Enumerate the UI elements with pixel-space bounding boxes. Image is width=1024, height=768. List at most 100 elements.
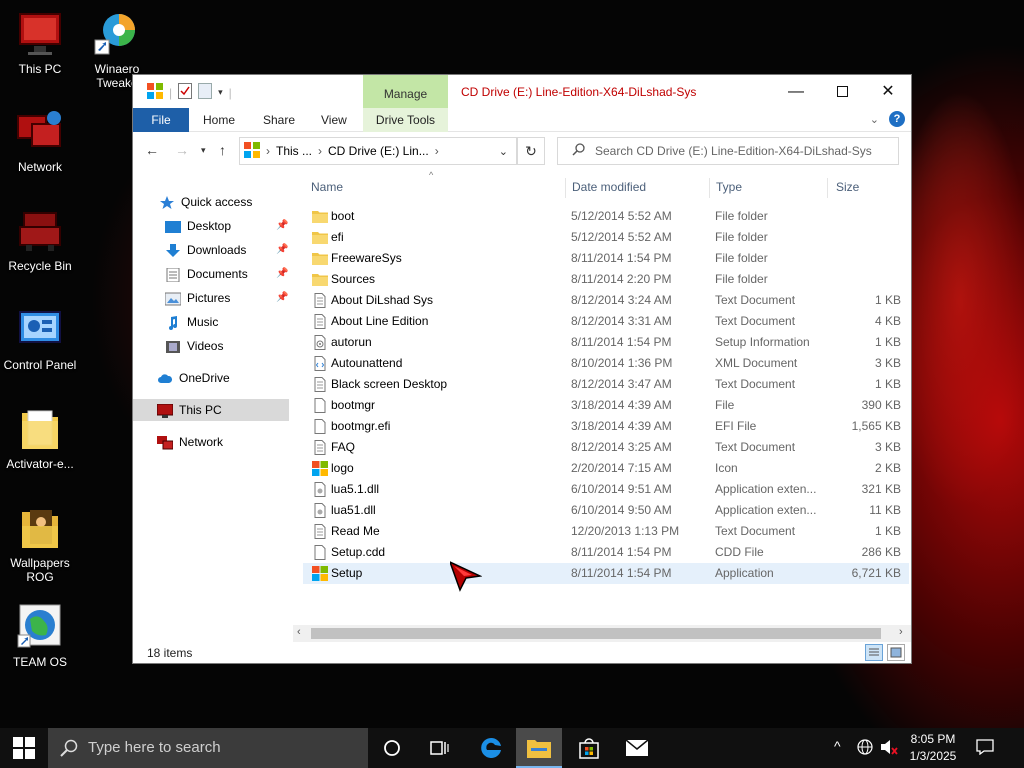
breadcrumb-separator[interactable]: ›	[318, 144, 322, 158]
column-header-type[interactable]: Type	[716, 180, 742, 194]
address-dropdown-icon[interactable]: ⌄	[499, 145, 508, 158]
nav-item-music[interactable]: Music	[133, 311, 289, 333]
file-row[interactable]: FAQ 8/12/2014 3:25 AM Text Document 3 KB	[303, 437, 909, 458]
pin-icon[interactable]: 📌	[276, 287, 288, 309]
recent-locations-icon[interactable]: ▾	[201, 145, 206, 156]
tab-view[interactable]: View	[311, 108, 357, 132]
task-view-button[interactable]	[416, 728, 462, 768]
column-header-size[interactable]: Size	[836, 180, 859, 194]
pin-icon[interactable]: 📌	[276, 263, 288, 285]
file-name: Setup	[331, 566, 363, 580]
nav-item-this-pc[interactable]: This PC	[133, 399, 289, 421]
details-view-button[interactable]	[865, 644, 883, 661]
horizontal-scrollbar[interactable]: ‹ ›	[293, 625, 911, 642]
help-icon[interactable]: ?	[889, 111, 905, 127]
minimize-button[interactable]: —	[773, 75, 819, 108]
file-row[interactable]: autorun 8/11/2014 1:54 PM Setup Informatio…	[303, 332, 909, 353]
file-row[interactable]: About DiLshad Sys 8/12/2014 3:24 AM Text D…	[303, 290, 909, 311]
customize-qat-icon[interactable]: ▾	[218, 87, 223, 98]
mail-button[interactable]	[614, 728, 660, 768]
desktop-icon-recycle-bin[interactable]: Recycle Bin	[0, 207, 80, 273]
file-type: Application exten...	[715, 482, 817, 496]
scroll-left-icon[interactable]: ‹	[297, 626, 301, 638]
large-icons-view-button[interactable]	[887, 644, 905, 661]
notifications-icon[interactable]	[976, 739, 994, 758]
show-hidden-icons-icon[interactable]: ^	[834, 738, 841, 754]
file-explorer-icon	[527, 740, 551, 758]
nav-item-network[interactable]: Network	[133, 431, 289, 453]
clock[interactable]: 8:05 PM 1/3/2025	[900, 731, 966, 765]
tab-share[interactable]: Share	[253, 108, 305, 132]
address-bar[interactable]: › This ... › CD Drive (E:) Lin... › ⌄	[239, 137, 517, 165]
pin-icon[interactable]: 📌	[276, 239, 288, 261]
title-bar[interactable]: | ▾ | Manage CD Drive (E:) Line-Edition-…	[133, 75, 911, 108]
breadcrumb-separator[interactable]: ›	[435, 144, 439, 158]
file-row[interactable]: bootmgr 3/18/2014 4:39 AM File 390 KB	[303, 395, 909, 416]
taskbar-search-box[interactable]: Type here to search	[48, 728, 368, 768]
column-divider[interactable]	[709, 178, 710, 198]
desktop-icon-control-panel[interactable]: Control Panel	[0, 306, 80, 372]
file-row[interactable]: FreewareSys 8/11/2014 1:54 PM File folder	[303, 248, 909, 269]
file-row[interactable]: boot 5/12/2014 5:52 AM File folder	[303, 206, 909, 227]
desktop-icon-team-os[interactable]: TEAM OS	[0, 603, 80, 669]
forward-arrow-icon[interactable]: →	[175, 142, 189, 158]
maximize-button[interactable]	[819, 75, 865, 108]
scroll-right-icon[interactable]: ›	[899, 626, 903, 638]
up-arrow-icon[interactable]: ↑	[219, 142, 226, 158]
store-button[interactable]	[566, 728, 612, 768]
search-box[interactable]: Search CD Drive (E:) Line-Edition-X64-Di…	[557, 137, 899, 165]
edge-button[interactable]	[468, 728, 514, 768]
file-row[interactable]: lua51.dll 6/10/2014 9:50 AM Application ex…	[303, 500, 909, 521]
desktop-icon-network[interactable]: Network	[0, 108, 80, 174]
desktop-icon-this-pc[interactable]: This PC	[0, 10, 80, 76]
file-explorer-window[interactable]: | ▾ | Manage CD Drive (E:) Line-Edition-…	[132, 74, 912, 664]
nav-item-videos[interactable]: Videos	[133, 335, 289, 357]
file-row[interactable]: Black screen Desktop 8/12/2014 3:47 AM Tex…	[303, 374, 909, 395]
tab-file[interactable]: File	[133, 108, 189, 132]
file-explorer-button[interactable]	[516, 728, 562, 768]
network-globe-icon[interactable]	[857, 739, 873, 758]
file-row[interactable]: Autounattend 8/10/2014 1:36 PM XML Documen…	[303, 353, 909, 374]
tab-home[interactable]: Home	[193, 108, 245, 132]
tab-drive-tools[interactable]: Drive Tools	[363, 108, 448, 132]
nav-item-quick-access[interactable]: Quick access	[133, 191, 289, 213]
file-row[interactable]: bootmgr.efi 3/18/2014 4:39 AM EFI File 1,56…	[303, 416, 909, 437]
properties-icon[interactable]	[178, 83, 193, 102]
nav-item-pictures[interactable]: Pictures 📌	[133, 287, 289, 309]
scroll-thumb[interactable]	[311, 628, 881, 639]
file-row[interactable]: logo 2/20/2014 7:15 AM Icon 2 KB	[303, 458, 909, 479]
back-arrow-icon[interactable]: ←	[145, 142, 159, 158]
nav-item-onedrive[interactable]: OneDrive	[133, 367, 289, 389]
close-button[interactable]: ✕	[865, 75, 911, 108]
nav-item-desktop[interactable]: Desktop 📌	[133, 215, 289, 237]
column-divider[interactable]	[565, 178, 566, 198]
pin-icon[interactable]: 📌	[276, 215, 288, 237]
file-row[interactable]: Setup 8/11/2014 1:54 PM Application 6,721 K…	[303, 563, 909, 584]
start-button[interactable]	[0, 728, 48, 768]
file-date-modified: 2/20/2014 7:15 AM	[571, 461, 672, 475]
expand-ribbon-icon[interactable]: ⌄	[870, 113, 879, 126]
column-divider[interactable]	[827, 178, 828, 198]
new-folder-icon[interactable]	[198, 83, 213, 102]
cortana-button[interactable]	[369, 728, 415, 768]
file-row[interactable]: lua5.1.dll 6/10/2014 9:51 AM Application e…	[303, 479, 909, 500]
file-row[interactable]: efi 5/12/2014 5:52 AM File folder	[303, 227, 909, 248]
manage-tab[interactable]: Manage	[363, 75, 448, 108]
breadcrumb-this-pc[interactable]: This ...	[276, 144, 312, 158]
file-size: 1 KB	[874, 293, 901, 307]
nav-item-documents[interactable]: Documents 📌	[133, 263, 289, 285]
refresh-button[interactable]: ↻	[517, 137, 545, 165]
file-type: Text Document	[715, 314, 796, 328]
column-header-name[interactable]: Name	[311, 180, 343, 194]
file-row[interactable]: About Line Edition 8/12/2014 3:31 AM Text …	[303, 311, 909, 332]
file-row[interactable]: Read Me 12/20/2013 1:13 PM Text Document 1 …	[303, 521, 909, 542]
column-header-date-modified[interactable]: Date modified	[572, 180, 646, 194]
nav-item-downloads[interactable]: Downloads 📌	[133, 239, 289, 261]
desktop-icon-wallpapers-rog[interactable]: Wallpapers ROG	[0, 504, 80, 584]
breadcrumb-cd-drive[interactable]: CD Drive (E:) Lin...	[328, 144, 429, 158]
desktop-icon-activator[interactable]: Activator-e...	[0, 405, 80, 471]
file-row[interactable]: Sources 8/11/2014 2:20 PM File folder	[303, 269, 909, 290]
folder-icon	[312, 230, 328, 245]
volume-muted-icon[interactable]	[880, 739, 898, 758]
file-row[interactable]: Setup.cdd 8/11/2014 1:54 PM CDD File 286 KB	[303, 542, 909, 563]
